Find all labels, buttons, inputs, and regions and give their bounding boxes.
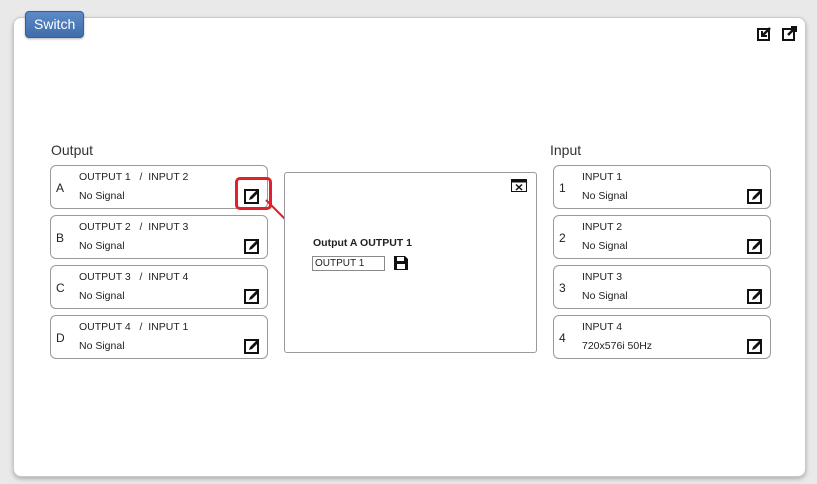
routed-input: INPUT 4 bbox=[148, 271, 189, 283]
output-letter: C bbox=[56, 281, 65, 295]
output-status: No Signal bbox=[79, 240, 125, 252]
close-icon[interactable] bbox=[511, 179, 527, 192]
switch-tab[interactable]: Switch bbox=[25, 11, 85, 38]
output-name: OUTPUT 1 bbox=[79, 171, 131, 183]
input-row-4[interactable]: 4 INPUT 4 720x576i 50Hz bbox=[553, 315, 771, 359]
output-status: No Signal bbox=[79, 190, 125, 202]
output-status: No Signal bbox=[79, 340, 125, 352]
output-row-c[interactable]: C OUTPUT 3 / INPUT 4 No Signal bbox=[50, 265, 268, 309]
output-route: OUTPUT 3 / INPUT 4 bbox=[79, 271, 189, 283]
output-row-d[interactable]: D OUTPUT 4 / INPUT 1 No Signal bbox=[50, 315, 268, 359]
input-status: No Signal bbox=[582, 240, 628, 252]
routed-input: INPUT 1 bbox=[148, 321, 189, 333]
input-row-1[interactable]: 1 INPUT 1 No Signal bbox=[553, 165, 771, 209]
edit-icon[interactable] bbox=[747, 338, 764, 355]
routed-input: INPUT 3 bbox=[148, 221, 189, 233]
edit-icon[interactable] bbox=[747, 188, 764, 205]
input-number: 3 bbox=[559, 281, 566, 295]
input-row-3[interactable]: 3 INPUT 3 No Signal bbox=[553, 265, 771, 309]
input-number: 4 bbox=[559, 331, 566, 345]
output-route: OUTPUT 1 / INPUT 2 bbox=[79, 171, 189, 183]
rename-dialog-title: Output A OUTPUT 1 bbox=[313, 237, 412, 249]
edit-icon[interactable] bbox=[244, 288, 261, 305]
output-letter: B bbox=[56, 231, 65, 245]
input-name: INPUT 4 bbox=[582, 321, 623, 333]
output-name: OUTPUT 4 bbox=[79, 321, 131, 333]
output-row-b[interactable]: B OUTPUT 2 / INPUT 3 No Signal bbox=[50, 215, 268, 259]
popout-icon[interactable] bbox=[782, 25, 798, 41]
export-icon[interactable] bbox=[757, 25, 773, 41]
output-route: OUTPUT 2 / INPUT 3 bbox=[79, 221, 189, 233]
output-route: OUTPUT 4 / INPUT 1 bbox=[79, 321, 189, 333]
input-status: 720x576i 50Hz bbox=[582, 340, 653, 352]
edit-icon[interactable] bbox=[244, 238, 261, 255]
output-name-input[interactable] bbox=[312, 256, 385, 271]
output-name: OUTPUT 2 bbox=[79, 221, 131, 233]
input-number: 2 bbox=[559, 231, 566, 245]
edit-icon[interactable] bbox=[747, 238, 764, 255]
output-status: No Signal bbox=[79, 290, 125, 302]
routed-input: INPUT 2 bbox=[148, 171, 189, 183]
output-letter: A bbox=[56, 181, 65, 195]
save-icon[interactable] bbox=[393, 255, 409, 271]
input-name: INPUT 2 bbox=[582, 221, 623, 233]
output-name: OUTPUT 3 bbox=[79, 271, 131, 283]
input-status: No Signal bbox=[582, 290, 628, 302]
output-letter: D bbox=[56, 331, 65, 345]
input-name: INPUT 3 bbox=[582, 271, 623, 283]
edit-icon[interactable] bbox=[747, 288, 764, 305]
edit-icon[interactable] bbox=[244, 338, 261, 355]
output-section-title: Output bbox=[51, 142, 94, 158]
input-name: INPUT 1 bbox=[582, 171, 623, 183]
input-section-title: Input bbox=[550, 142, 582, 158]
input-status: No Signal bbox=[582, 190, 628, 202]
input-number: 1 bbox=[559, 181, 566, 195]
input-row-2[interactable]: 2 INPUT 2 No Signal bbox=[553, 215, 771, 259]
